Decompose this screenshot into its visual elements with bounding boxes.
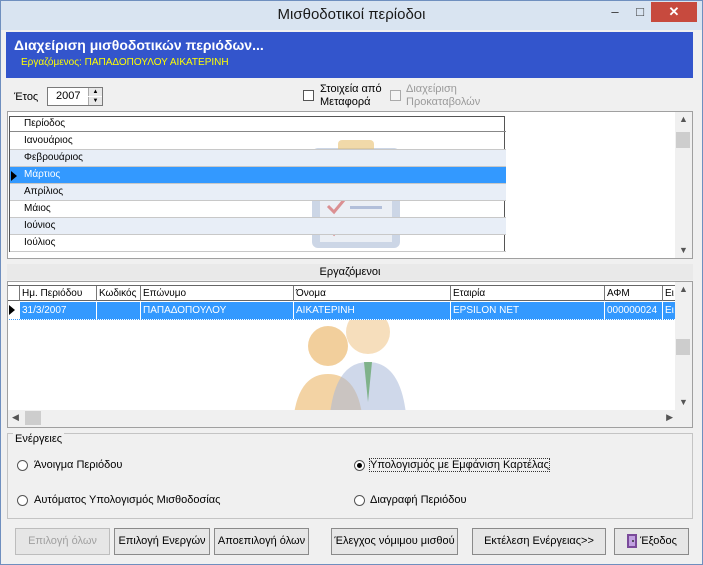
period-cell: Μάιος bbox=[24, 203, 51, 214]
advances-checkbox bbox=[390, 90, 401, 101]
cell-period-date[interactable]: 31/3/2007 bbox=[20, 302, 97, 319]
row-pointer-icon bbox=[11, 171, 17, 181]
periods-grid[interactable]: Περίοδος Ιανουάριος Φεβρουάριος Μάρτιος … bbox=[7, 111, 693, 259]
advances-label-line-1: Διαχείριση bbox=[406, 83, 457, 95]
column-vat[interactable]: ΑΦΜ bbox=[605, 286, 663, 301]
cell-company[interactable]: EPSILON NET bbox=[451, 302, 605, 319]
transfer-label-line-2: Μεταφορά bbox=[320, 96, 371, 108]
auto-calc-radio[interactable] bbox=[17, 495, 28, 506]
auto-calc-label[interactable]: Αυτόματος Υπολογισμός Μισθοδοσίας bbox=[34, 494, 220, 506]
select-all-button[interactable]: Επιλογή όλων bbox=[15, 528, 110, 555]
table-row[interactable]: Απρίλιος bbox=[10, 184, 506, 201]
exit-button[interactable]: Έξοδος bbox=[614, 528, 689, 555]
execute-action-button[interactable]: Εκτέλεση Ενέργειας>> bbox=[472, 528, 606, 555]
title-bar[interactable]: Μισθοδοτικοί περίοδοι – □ ✕ bbox=[1, 1, 702, 30]
cell-vat[interactable]: 000000024 bbox=[605, 302, 663, 319]
transfer-label-line-1: Στοιχεία από bbox=[320, 83, 382, 95]
advances-checkbox-label: Διαχείριση Προκαταβολών bbox=[406, 83, 480, 109]
actions-group: Ενέργειες Άνοιγμα Περιόδου Υπολογισμός μ… bbox=[7, 433, 693, 519]
period-cell: Μάρτιος bbox=[24, 169, 61, 180]
actions-legend: Ενέργειες bbox=[13, 433, 65, 445]
column-company[interactable]: Εταιρία bbox=[451, 286, 605, 301]
column-first-name[interactable]: Όνομα bbox=[294, 286, 451, 301]
row-indicator-cell bbox=[8, 302, 20, 319]
periods-table: Περίοδος Ιανουάριος Φεβρουάριος Μάρτιος … bbox=[9, 116, 506, 252]
open-period-label[interactable]: Άνοιγμα Περιόδου bbox=[34, 459, 122, 471]
period-cell: Ιούνιος bbox=[24, 220, 56, 231]
scroll-down-icon[interactable]: ▼ bbox=[679, 397, 688, 407]
transfer-checkbox[interactable] bbox=[303, 90, 314, 101]
periods-scrollbar[interactable]: ▲ ▼ bbox=[675, 112, 692, 258]
year-spinner[interactable]: 2007 ▲ ▼ bbox=[47, 87, 103, 106]
header-title: Διαχείριση μισθοδοτικών περιόδων... bbox=[14, 37, 264, 53]
column-period-date[interactable]: Ημ. Περιόδου bbox=[20, 286, 97, 301]
deselect-all-button[interactable]: Αποεπιλογή όλων bbox=[214, 528, 309, 555]
exit-button-label: Έξοδος bbox=[640, 535, 677, 547]
select-active-button[interactable]: Επιλογή Ενεργών bbox=[114, 528, 210, 555]
employees-hscrollbar[interactable]: ◀ ▶ bbox=[8, 410, 677, 427]
column-code[interactable]: Κωδικός bbox=[97, 286, 141, 301]
maximize-button[interactable]: □ bbox=[629, 2, 651, 22]
header-banner: Διαχείριση μισθοδοτικών περιόδων... Εργα… bbox=[6, 32, 693, 78]
cell-code[interactable] bbox=[97, 302, 141, 319]
period-cell: Φεβρουάριος bbox=[24, 152, 83, 163]
table-row-selected[interactable]: Μάρτιος bbox=[10, 167, 506, 184]
employees-section-label: Εργαζόμενοι bbox=[7, 264, 693, 280]
delete-period-label[interactable]: Διαγραφή Περιόδου bbox=[370, 494, 467, 506]
window-title: Μισθοδοτικοί περίοδοι bbox=[277, 6, 426, 23]
header-indicator-cell bbox=[8, 286, 20, 301]
calc-show-radio[interactable] bbox=[354, 460, 365, 471]
open-period-radio[interactable] bbox=[17, 460, 28, 471]
hscroll-thumb[interactable] bbox=[25, 411, 41, 425]
scroll-right-icon[interactable]: ▶ bbox=[666, 412, 673, 423]
periods-column-label: Περίοδος bbox=[24, 118, 66, 129]
scroll-left-icon[interactable]: ◀ bbox=[12, 412, 19, 423]
minimize-button[interactable]: – bbox=[603, 2, 627, 22]
period-cell: Ιανουάριος bbox=[24, 135, 73, 146]
exit-door-icon bbox=[627, 534, 638, 549]
main-window: Μισθοδοτικοί περίοδοι – □ ✕ Διαχείριση μ… bbox=[0, 0, 703, 565]
year-label: Έτος bbox=[14, 91, 39, 103]
scroll-up-icon[interactable]: ▲ bbox=[679, 114, 688, 124]
spin-down-icon[interactable]: ▼ bbox=[88, 97, 102, 105]
scroll-thumb[interactable] bbox=[676, 339, 690, 355]
cell-surname[interactable]: ΠΑΠΑΔΟΠΟΥΛΟΥ bbox=[141, 302, 294, 319]
check-min-wage-button[interactable]: Έλεγχος νόμιμου μισθού bbox=[331, 528, 458, 555]
employees-grid[interactable]: Ημ. Περιόδου Κωδικός Επώνυμο Όνομα Εταιρ… bbox=[7, 281, 693, 428]
calc-show-label[interactable]: Υπολογισμός με Εμφάνιση Καρτέλας bbox=[369, 458, 550, 472]
scroll-up-icon[interactable]: ▲ bbox=[679, 284, 688, 294]
period-cell: Απρίλιος bbox=[24, 186, 64, 197]
table-row[interactable]: Ιούνιος bbox=[10, 218, 506, 235]
periods-column-header[interactable]: Περίοδος bbox=[10, 117, 506, 132]
period-cell: Ιούλιος bbox=[24, 237, 56, 248]
table-row[interactable]: Ιούλιος bbox=[10, 235, 506, 252]
column-surname[interactable]: Επώνυμο bbox=[141, 286, 294, 301]
advances-label-line-2: Προκαταβολών bbox=[406, 96, 481, 108]
table-row-selected[interactable]: 31/3/2007 ΠΑΠΑΔΟΠΟΥΛΟΥ ΑΙΚΑΤΕΡΙΝΗ EPSILO… bbox=[8, 302, 677, 320]
table-row[interactable]: Μάιος bbox=[10, 201, 506, 218]
table-row[interactable]: Ιανουάριος bbox=[10, 133, 506, 150]
year-value[interactable]: 2007 bbox=[56, 90, 80, 102]
spin-up-icon[interactable]: ▲ bbox=[88, 88, 102, 96]
row-pointer-icon bbox=[9, 305, 15, 315]
header-employee: Εργαζόμενος: ΠΑΠΑΔΟΠΟΥΛΟΥ ΑΙΚΑΤΕΡΙΝΗ bbox=[21, 57, 229, 68]
scroll-thumb[interactable] bbox=[676, 132, 690, 148]
cell-first-name[interactable]: ΑΙΚΑΤΕΡΙΝΗ bbox=[294, 302, 451, 319]
delete-period-radio[interactable] bbox=[354, 495, 365, 506]
close-button[interactable]: ✕ bbox=[651, 2, 697, 22]
employees-vscrollbar[interactable]: ▲ ▼ bbox=[675, 282, 692, 427]
transfer-checkbox-label: Στοιχεία από Μεταφορά bbox=[320, 83, 382, 109]
employees-header: Ημ. Περιόδου Κωδικός Επώνυμο Όνομα Εταιρ… bbox=[8, 285, 677, 301]
scroll-down-icon[interactable]: ▼ bbox=[679, 245, 688, 255]
table-row[interactable]: Φεβρουάριος bbox=[10, 150, 506, 167]
